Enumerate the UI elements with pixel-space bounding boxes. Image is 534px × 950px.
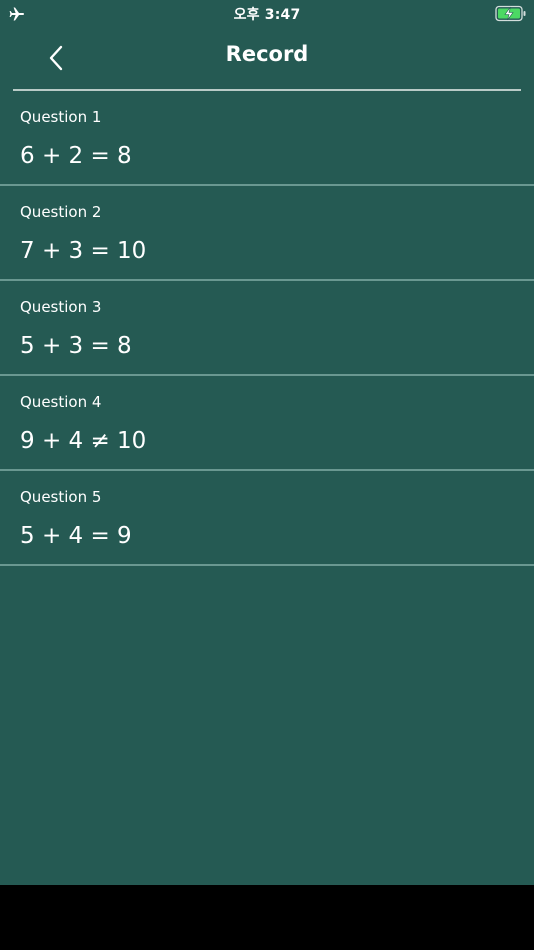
status-bar: 오후 3:47: [0, 0, 534, 28]
battery-charging-icon: [495, 5, 526, 22]
record-item-1[interactable]: Question 1 6 + 2 = 8: [0, 91, 534, 186]
question-label: Question 1: [20, 108, 102, 126]
question-equation: 6 + 2 = 8: [20, 143, 132, 169]
question-equation: 7 + 3 = 10: [20, 238, 147, 264]
record-item-4[interactable]: Question 4 9 + 4 ≠ 10: [0, 376, 534, 471]
record-item-2[interactable]: Question 2 7 + 3 = 10: [0, 186, 534, 281]
home-indicator-area: [0, 885, 534, 950]
record-screen: 오후 3:47 Record Question 1 6 + 2 = 8 Ques…: [0, 0, 534, 885]
question-label: Question 4: [20, 393, 102, 411]
question-label: Question 2: [20, 203, 102, 221]
page-title: Record: [225, 42, 309, 66]
record-item-3[interactable]: Question 3 5 + 3 = 8: [0, 281, 534, 376]
question-equation: 9 + 4 ≠ 10: [20, 428, 147, 454]
question-equation: 5 + 4 = 9: [20, 523, 132, 549]
question-label: Question 3: [20, 298, 102, 316]
record-list: Question 1 6 + 2 = 8 Question 2 7 + 3 = …: [0, 91, 534, 566]
nav-bar: Record: [0, 28, 534, 90]
question-equation: 5 + 3 = 8: [20, 333, 132, 359]
record-item-5[interactable]: Question 5 5 + 4 = 9: [0, 471, 534, 566]
question-label: Question 5: [20, 488, 102, 506]
status-time: 오후 3:47: [233, 7, 301, 23]
